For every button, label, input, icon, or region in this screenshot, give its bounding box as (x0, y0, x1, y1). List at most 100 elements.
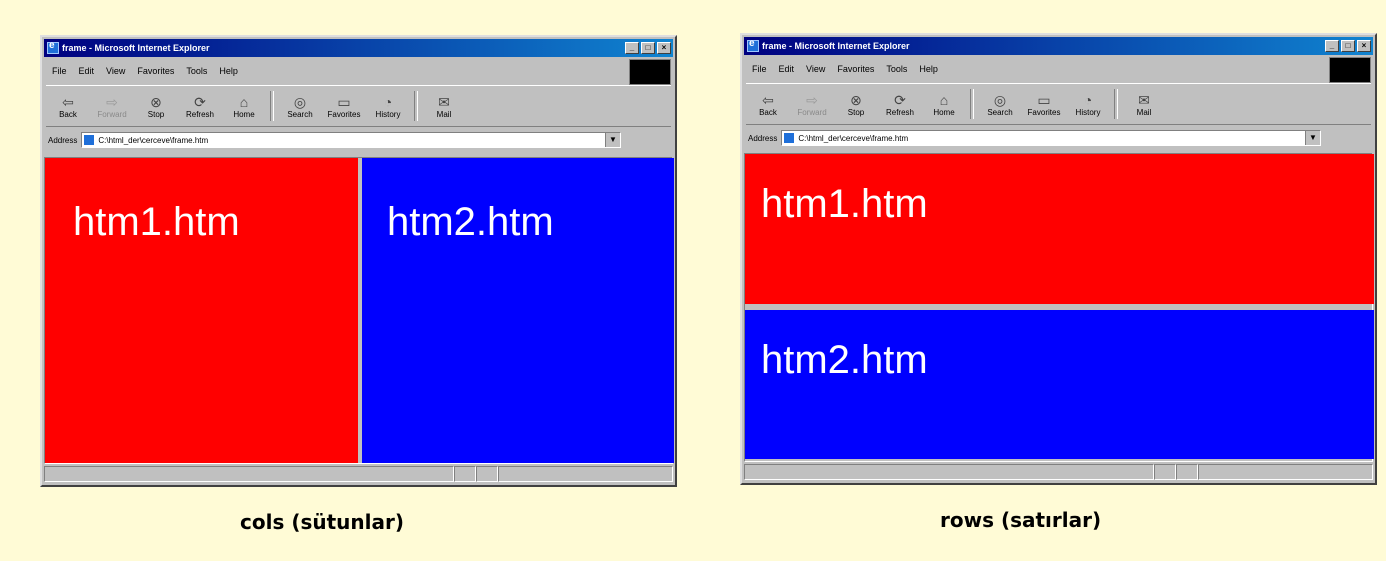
mail-icon: ✉ (1138, 91, 1150, 108)
status-zone (1198, 464, 1373, 480)
menu-tools[interactable]: Tools (886, 64, 907, 74)
title-bar: frame - Microsoft Internet Explorer _ □ … (44, 39, 673, 57)
close-button[interactable]: × (1357, 40, 1371, 52)
status-zone (498, 466, 673, 482)
menu-file[interactable]: File (52, 66, 67, 76)
frameset-cols: htm1.htm htm2.htm (44, 157, 674, 464)
favorites-button[interactable]: ▭ Favorites (322, 88, 366, 124)
status-bar (44, 465, 673, 483)
close-button[interactable]: × (657, 42, 671, 54)
status-cell (1154, 464, 1176, 480)
ie-icon (47, 40, 59, 54)
minimize-button[interactable]: _ (1325, 40, 1339, 52)
throbber-logo (1329, 57, 1371, 83)
favorites-button[interactable]: ▭ Favorites (1022, 86, 1066, 122)
stop-button[interactable]: ⊗ Stop (834, 86, 878, 122)
favorites-icon: ▭ (337, 93, 351, 110)
browser-window-rows: frame - Microsoft Internet Explorer _ □ … (740, 33, 1377, 485)
menu-edit[interactable]: Edit (79, 66, 95, 76)
forward-button[interactable]: ⇨ Forward (790, 86, 834, 122)
mail-icon: ✉ (438, 93, 450, 110)
toolbar-separator (414, 91, 418, 121)
frame-label: htm1.htm (73, 200, 240, 244)
history-button[interactable]: ◔ History (366, 88, 410, 124)
menu-help[interactable]: Help (219, 66, 238, 76)
history-button[interactable]: ◔ History (1066, 86, 1110, 122)
back-arrow-icon: ⇦ (762, 91, 774, 108)
mail-button[interactable]: ✉ Mail (422, 88, 466, 124)
address-label: Address (48, 135, 78, 145)
search-icon: ◎ (293, 93, 307, 110)
minimize-button[interactable]: _ (625, 42, 639, 54)
status-cell (454, 466, 476, 482)
forward-arrow-icon: ⇨ (106, 93, 118, 110)
maximize-button[interactable]: □ (1341, 40, 1355, 52)
title-bar: frame - Microsoft Internet Explorer _ □ … (744, 37, 1373, 55)
menu-bar: File Edit View Favorites Tools Help (746, 59, 1371, 79)
toolbar-separator (1114, 89, 1118, 119)
menu-file[interactable]: File (752, 64, 767, 74)
back-button[interactable]: ⇦ Back (46, 88, 90, 124)
frame-htm1: htm1.htm (45, 158, 358, 463)
favorites-icon: ▭ (1037, 91, 1051, 108)
mail-button[interactable]: ✉ Mail (1122, 86, 1166, 122)
address-input[interactable]: C:\html_der\cerceve\frame.htm ▼ (781, 130, 1321, 146)
history-icon: ◔ (1083, 91, 1093, 108)
home-icon: ⌂ (239, 93, 249, 110)
caption-cols: cols (sütunlar) (240, 510, 404, 534)
history-icon: ◔ (383, 93, 393, 110)
frame-label: htm2.htm (761, 338, 928, 382)
stop-button[interactable]: ⊗ Stop (134, 88, 178, 124)
refresh-button[interactable]: ⟳ Refresh (878, 86, 922, 122)
toolbar-separator (970, 89, 974, 119)
toolbar: ⇦ Back ⇨ Forward ⊗ Stop ⟳ Refresh ⌂ Home ◎ Sea… (746, 83, 1371, 125)
throbber-logo (629, 59, 671, 85)
frame-htm1: htm1.htm (745, 154, 1374, 304)
address-bar: Address C:\html_der\cerceve\frame.htm ▼ (46, 129, 671, 151)
caption-rows: rows (satırlar) (940, 508, 1102, 532)
address-value: C:\html_der\cerceve\frame.htm (798, 133, 909, 143)
refresh-icon: ⟳ (194, 93, 206, 110)
frame-htm2: htm2.htm (745, 310, 1374, 459)
window-title: frame - Microsoft Internet Explorer (762, 41, 910, 51)
back-button[interactable]: ⇦ Back (746, 86, 790, 122)
menu-favorites[interactable]: Favorites (137, 66, 174, 76)
search-button[interactable]: ◎ Search (278, 88, 322, 124)
menu-view[interactable]: View (106, 66, 125, 76)
toolbar-separator (270, 91, 274, 121)
status-cell (1176, 464, 1198, 480)
browser-window-cols: frame - Microsoft Internet Explorer _ □ … (40, 35, 677, 487)
address-label: Address (748, 133, 778, 143)
stop-icon: ⊗ (850, 91, 862, 108)
maximize-button[interactable]: □ (641, 42, 655, 54)
search-icon: ◎ (993, 91, 1007, 108)
search-button[interactable]: ◎ Search (978, 86, 1022, 122)
status-bar (744, 463, 1373, 481)
menu-tools[interactable]: Tools (186, 66, 207, 76)
frame-label: htm2.htm (387, 200, 554, 244)
menu-help[interactable]: Help (919, 64, 938, 74)
frame-htm2: htm2.htm (362, 158, 674, 463)
address-bar: Address C:\html_der\cerceve\frame.htm ▼ (746, 127, 1371, 149)
menu-favorites[interactable]: Favorites (837, 64, 874, 74)
home-icon: ⌂ (939, 91, 949, 108)
home-button[interactable]: ⌂ Home (222, 88, 266, 124)
stop-icon: ⊗ (150, 93, 162, 110)
menu-bar: File Edit View Favorites Tools Help (46, 61, 671, 81)
status-text (744, 464, 1154, 480)
menu-edit[interactable]: Edit (779, 64, 795, 74)
forward-arrow-icon: ⇨ (806, 91, 818, 108)
address-input[interactable]: C:\html_der\cerceve\frame.htm ▼ (81, 132, 621, 148)
window-title: frame - Microsoft Internet Explorer (62, 43, 210, 53)
status-text (44, 466, 454, 482)
refresh-button[interactable]: ⟳ Refresh (178, 88, 222, 124)
home-button[interactable]: ⌂ Home (922, 86, 966, 122)
refresh-icon: ⟳ (894, 91, 906, 108)
address-value: C:\html_der\cerceve\frame.htm (98, 135, 209, 145)
page-icon (84, 135, 95, 145)
forward-button[interactable]: ⇨ Forward (90, 88, 134, 124)
chevron-down-icon[interactable]: ▼ (1305, 131, 1320, 145)
menu-view[interactable]: View (806, 64, 825, 74)
chevron-down-icon[interactable]: ▼ (605, 133, 620, 147)
back-arrow-icon: ⇦ (62, 93, 74, 110)
